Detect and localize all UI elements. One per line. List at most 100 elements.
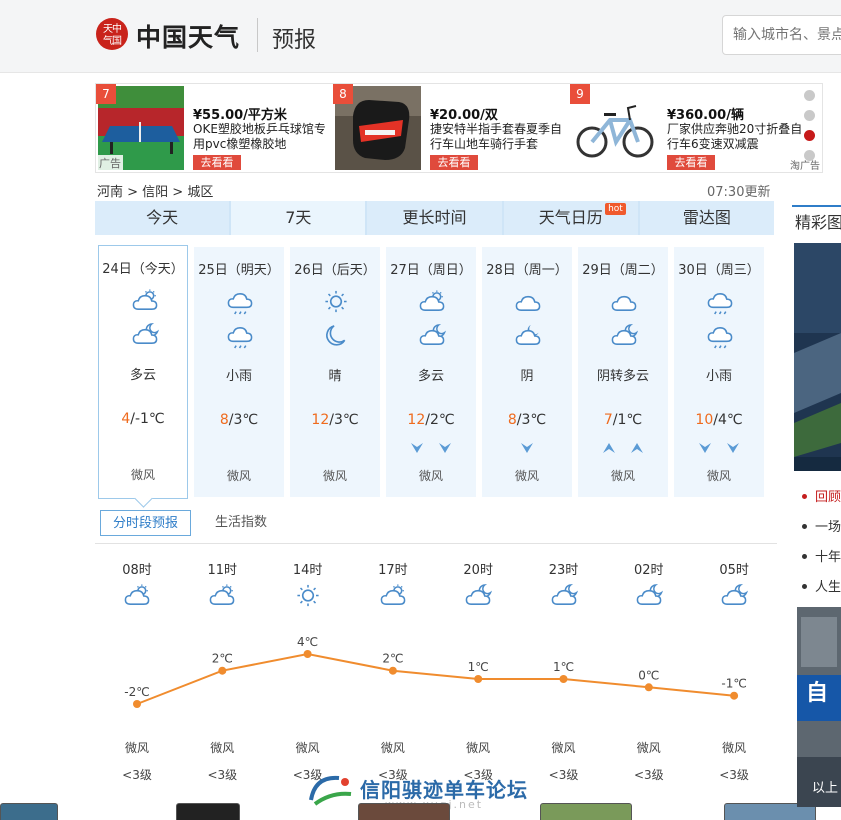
rail-news-item[interactable]: 十年 xyxy=(797,543,841,573)
cloud-icon xyxy=(609,289,639,315)
ad-number: 7 xyxy=(96,84,116,104)
thumbnail[interactable] xyxy=(358,803,450,820)
carousel-dot-active[interactable] xyxy=(804,130,815,141)
day-wind: 微风 xyxy=(226,469,251,483)
carousel-dot[interactable] xyxy=(804,110,815,121)
hourly-forecast: -2℃ 2℃ 4℃ 2℃ 1℃ 1℃ 0℃ -1℃ 08时 微风 <3级 11时 微风 <3级 14时 微风… xyxy=(95,550,777,785)
partly-cloudy-night-icon xyxy=(634,583,664,609)
ad-corner-label: 淘广告 xyxy=(790,161,820,172)
day-card[interactable]: 25日（明天） 小雨 8/3℃ 微风 xyxy=(194,247,284,497)
breadcrumb[interactable]: 河南 > 信阳 > 城区 xyxy=(97,181,213,200)
ad-view-button[interactable]: 去看看 xyxy=(667,155,715,170)
day-temperature: 12/3℃ xyxy=(290,412,380,428)
ad-item-3[interactable]: 9 ¥360.00/辆 厂家供应奔驰20寸折叠自行车6变速双减震 去看看 xyxy=(570,84,805,172)
temperature-point xyxy=(644,683,653,692)
tab-hourly-forecast[interactable]: 分时段预报 xyxy=(100,510,192,536)
tab-label: 今天 xyxy=(146,208,179,227)
tab-weather-calendar[interactable]: 天气日历 hot xyxy=(503,201,638,235)
high-temp: 8 xyxy=(219,412,229,428)
rain-icon xyxy=(705,289,735,315)
day-card[interactable]: 30日（周三） 小雨 10/4℃ 微风 xyxy=(674,247,764,497)
thumbnail[interactable] xyxy=(0,803,58,820)
day-card[interactable]: 27日（周日） 多云 12/2℃ 微风 xyxy=(386,247,476,497)
featured-photo[interactable] xyxy=(794,243,841,471)
low-temp: /3℃ xyxy=(329,412,359,428)
thumbnail[interactable] xyxy=(176,803,240,820)
day-card[interactable]: 26日（后天） 晴 12/3℃ 微风 xyxy=(290,247,380,497)
ad-item-1[interactable]: 7 广告 ¥55.00/平方米 OKE塑胶地板乒乓球馆专用pvc橡塑橡胶地 去看… xyxy=(96,84,331,172)
partly-cloudy-night-icon xyxy=(417,323,447,349)
high-temp: 10 xyxy=(695,412,714,428)
partly-cloudy-day-icon xyxy=(417,289,447,315)
hour-wind: 微风 xyxy=(295,741,320,755)
partly-cloudy-night-icon xyxy=(463,583,493,609)
ad-item-2[interactable]: 8 ¥20.00/双 捷安特半指手套春夏季自行车山地车骑行手套 去看看 xyxy=(333,84,568,172)
day-condition: 小雨 xyxy=(225,369,252,384)
hour-wind: 微风 xyxy=(210,741,235,755)
hour-time: 08时 xyxy=(122,563,152,578)
hourly-temperature-chart: -2℃ 2℃ 4℃ 2℃ 1℃ 1℃ 0℃ -1℃ xyxy=(124,635,747,708)
day-date: 29日（周二） xyxy=(582,263,664,278)
temperature-label: 4℃ xyxy=(297,635,318,649)
partly-cloudy-day-icon xyxy=(122,583,152,609)
day-date: 27日（周日） xyxy=(390,263,472,278)
brand-title[interactable]: 中国天气 xyxy=(136,18,240,54)
tab-radar[interactable]: 雷达图 xyxy=(639,201,775,235)
detail-tabs: 分时段预报 生活指数 xyxy=(95,510,777,544)
temperature-point xyxy=(559,675,568,683)
tab-life-index[interactable]: 生活指数 xyxy=(203,510,279,536)
rail-news-list: 回顾 一场 十年 人生 xyxy=(797,483,841,603)
rail-news-item[interactable]: 人生 xyxy=(797,573,841,603)
ad-description[interactable]: OKE塑胶地板乒乓球馆专用pvc橡塑橡胶地 xyxy=(193,122,333,152)
temperature-label: 0℃ xyxy=(638,668,659,682)
rail-title: 精彩图 xyxy=(792,205,841,239)
low-temp: /4℃ xyxy=(713,412,743,428)
temperature-point xyxy=(303,650,312,658)
tab-label: 天气日历 xyxy=(538,208,603,227)
ad-description[interactable]: 厂家供应奔驰20寸折叠自行车6变速双减震 xyxy=(667,122,807,152)
day-card[interactable]: 28日（周一） 阴 8/3℃ 微风 xyxy=(482,247,572,497)
promo-caption: 以上 xyxy=(812,781,839,796)
day-card[interactable]: 29日（周二） 阴转多云 7/1℃ 微风 xyxy=(578,247,668,497)
day-card[interactable]: 24日（今天） 多云 4/-1℃ 微风 xyxy=(98,245,188,499)
sun-icon xyxy=(321,289,351,315)
ad-price: ¥360.00/辆 xyxy=(667,108,744,123)
hour-wind: 微风 xyxy=(722,741,747,755)
tab-7-days[interactable]: 7天 xyxy=(231,201,366,235)
ad-description[interactable]: 捷安特半指手套春夏季自行车山地车骑行手套 xyxy=(430,122,570,152)
rail-news-text: 十年 xyxy=(815,550,841,565)
bottom-thumbnail-strip xyxy=(0,803,841,820)
day-condition: 多云 xyxy=(129,368,156,383)
temperature-label: 1℃ xyxy=(553,660,574,674)
high-temp: 8 xyxy=(507,412,517,428)
carousel-dot[interactable] xyxy=(804,90,815,101)
ad-view-button[interactable]: 去看看 xyxy=(430,155,478,170)
tab-today[interactable]: 今天 xyxy=(95,201,230,235)
rail-news-text: 一场 xyxy=(815,520,841,535)
hour-wind: 微风 xyxy=(124,741,149,755)
tab-label: 7天 xyxy=(285,208,312,227)
low-temp: /-1℃ xyxy=(130,411,165,427)
logo-icon[interactable]: 天 中 气 国 xyxy=(95,16,129,52)
day-date: 28日（周一） xyxy=(486,263,568,278)
partly-cloudy-night-icon xyxy=(609,323,639,349)
day-temperature: 4/-1℃ xyxy=(99,411,187,427)
promo-overlay-text: 自 xyxy=(806,681,829,706)
day-date: 30日（周三） xyxy=(678,263,760,278)
partly-cloudy-day-icon xyxy=(378,583,408,609)
low-temp: /1℃ xyxy=(612,412,643,428)
hour-time: 02时 xyxy=(634,563,664,578)
forecast-tabs: 今天 7天 更长时间 天气日历 hot 雷达图 xyxy=(95,201,775,235)
day-wind: 微风 xyxy=(706,469,731,483)
rail-news-item[interactable]: 一场 xyxy=(797,513,841,543)
rail-news-item[interactable]: 回顾 xyxy=(797,483,841,513)
hour-wind-level: <3级 xyxy=(633,768,664,782)
ad-view-button[interactable]: 去看看 xyxy=(193,155,241,170)
tab-long-range[interactable]: 更长时间 xyxy=(367,201,502,235)
ad-banner[interactable]: 7 广告 ¥55.00/平方米 OKE塑胶地板乒乓球馆专用pvc橡塑橡胶地 去看… xyxy=(95,83,823,173)
day-temperature: 8/3℃ xyxy=(482,412,572,428)
moon-icon xyxy=(321,323,351,349)
day-condition: 多云 xyxy=(417,369,444,384)
thumbnail[interactable] xyxy=(540,803,632,820)
city-search-input[interactable] xyxy=(722,15,841,55)
